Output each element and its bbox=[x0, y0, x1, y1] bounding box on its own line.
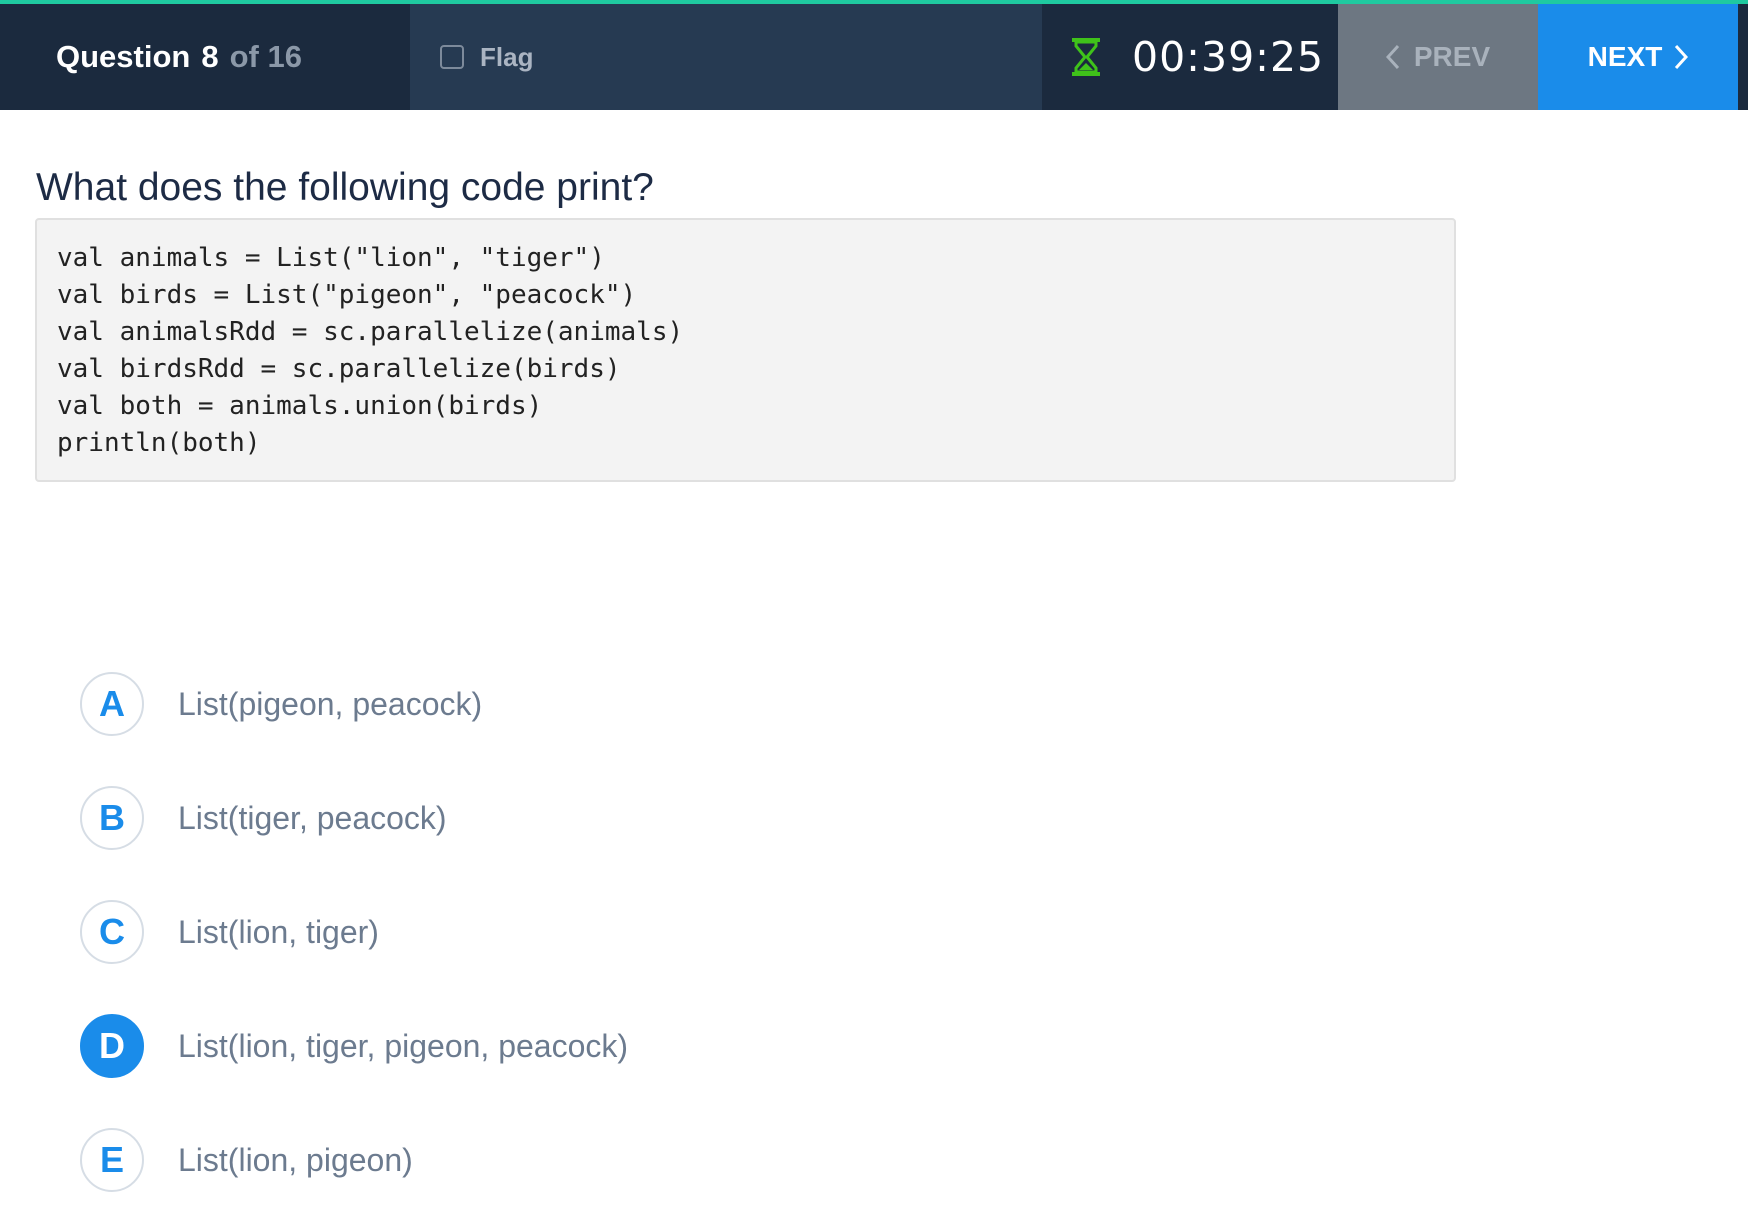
next-button[interactable]: NEXT bbox=[1538, 4, 1738, 110]
prev-label: PREV bbox=[1413, 41, 1491, 72]
question-counter: Question 8 of 16 bbox=[0, 4, 410, 110]
code-line: val animals = List("lion", "tiger") bbox=[57, 243, 605, 273]
flag-checkbox-icon[interactable] bbox=[440, 45, 464, 69]
answer-letter-badge[interactable]: A bbox=[80, 672, 144, 736]
code-line: val birds = List("pigeon", "peacock") bbox=[57, 280, 637, 310]
answer-text: List(lion, pigeon) bbox=[178, 1141, 413, 1178]
timer: 00:39:25 bbox=[1042, 4, 1338, 110]
code-line: val birdsRdd = sc.parallelize(birds) bbox=[57, 354, 621, 384]
answer-option-e[interactable]: E List(lion, pigeon) bbox=[80, 1128, 628, 1192]
chevron-left-icon bbox=[1385, 44, 1399, 70]
answer-letter-badge[interactable]: E bbox=[80, 1128, 144, 1192]
answer-text: List(pigeon, peacock) bbox=[178, 685, 483, 722]
answer-letter-badge[interactable]: C bbox=[80, 900, 144, 964]
code-block: val animals = List("lion", "tiger") val … bbox=[35, 218, 1456, 482]
question-title: What does the following code print? bbox=[36, 166, 654, 209]
code-line: val both = animals.union(birds) bbox=[57, 391, 543, 421]
next-label: NEXT bbox=[1587, 41, 1663, 72]
answer-text: List(lion, tiger) bbox=[178, 913, 379, 950]
hourglass-icon bbox=[1072, 38, 1100, 76]
answer-letter-badge[interactable]: D bbox=[80, 1014, 144, 1078]
answer-text: List(lion, tiger, pigeon, peacock) bbox=[178, 1027, 629, 1064]
answer-text: List(tiger, peacock) bbox=[178, 799, 447, 836]
code-line: val animalsRdd = sc.parallelize(animals) bbox=[57, 317, 684, 347]
answer-option-b[interactable]: B List(tiger, peacock) bbox=[80, 786, 628, 850]
flag-toggle[interactable]: Flag bbox=[410, 4, 1042, 110]
answer-option-c[interactable]: C List(lion, tiger) bbox=[80, 900, 628, 964]
prev-button[interactable]: PREV bbox=[1338, 4, 1538, 110]
exam-toolbar: Question 8 of 16 Flag 00:39:25 PREV NEXT bbox=[0, 4, 1748, 110]
code-line: println(both) bbox=[57, 428, 261, 458]
answer-option-d[interactable]: D List(lion, tiger, pigeon, peacock) bbox=[80, 1014, 628, 1078]
timer-value: 00:39:25 bbox=[1132, 33, 1325, 81]
answer-option-a[interactable]: A List(pigeon, peacock) bbox=[80, 672, 628, 736]
question-word: Question bbox=[56, 39, 191, 74]
chevron-right-icon bbox=[1675, 44, 1689, 70]
flag-label: Flag bbox=[480, 41, 534, 72]
question-total: of 16 bbox=[229, 39, 302, 74]
question-number: 8 bbox=[201, 39, 219, 74]
answer-list: A List(pigeon, peacock) B List(tiger, pe… bbox=[80, 672, 628, 1224]
answer-letter-badge[interactable]: B bbox=[80, 786, 144, 850]
